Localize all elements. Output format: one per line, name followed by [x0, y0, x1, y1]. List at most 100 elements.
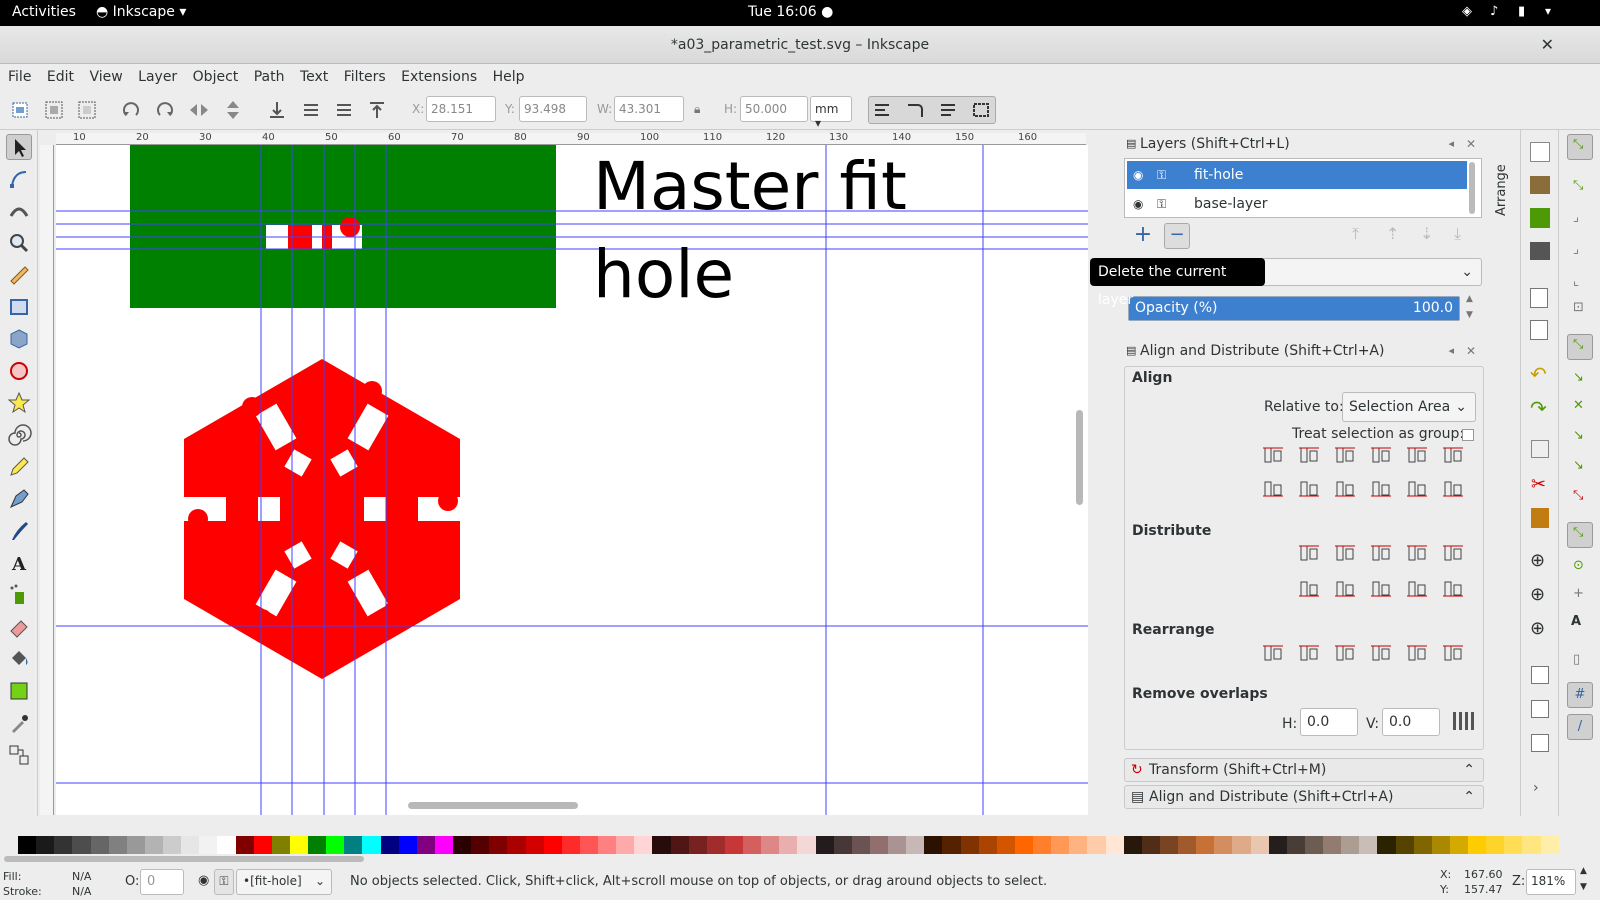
activities-button[interactable]: Activities: [12, 4, 76, 20]
color-swatch[interactable]: [761, 836, 780, 854]
color-swatch[interactable]: [869, 836, 888, 854]
color-swatch[interactable]: [833, 836, 852, 854]
snap-smooth-icon[interactable]: ↘: [1573, 428, 1584, 443]
color-swatch[interactable]: [1395, 836, 1414, 854]
snap-rotation-center-icon[interactable]: +: [1573, 586, 1584, 601]
color-swatch[interactable]: [108, 836, 127, 854]
color-swatch[interactable]: [289, 836, 308, 854]
lower-layer-icon[interactable]: ⇣: [1420, 224, 1433, 243]
distribute-button-3-2[interactable]: [1368, 576, 1394, 602]
opacity-spin-up-icon[interactable]: ▲: [1466, 294, 1473, 304]
menu-object[interactable]: Object: [193, 64, 239, 85]
color-swatch[interactable]: [978, 836, 997, 854]
menu-extensions[interactable]: Extensions: [401, 64, 477, 85]
close-window-icon[interactable]: ✕: [1541, 26, 1554, 64]
color-swatch[interactable]: [1286, 836, 1305, 854]
3d-box-tool[interactable]: [6, 326, 32, 352]
color-swatch[interactable]: [815, 836, 834, 854]
relative-to-select[interactable]: Selection Area ⌄: [1342, 392, 1476, 422]
vertical-scrollbar[interactable]: [1076, 410, 1083, 505]
color-swatch[interactable]: [271, 836, 290, 854]
snap-path-icon[interactable]: ↘: [1573, 370, 1584, 385]
color-swatch[interactable]: [561, 836, 580, 854]
color-swatch[interactable]: [888, 836, 907, 854]
overlap-v-field[interactable]: 0.0: [1382, 708, 1440, 736]
color-swatch[interactable]: [996, 836, 1015, 854]
distribute-button-2-2[interactable]: [1368, 540, 1394, 566]
snap-toggle-button[interactable]: ⤡: [1567, 134, 1593, 160]
pen-tool[interactable]: [6, 486, 32, 512]
spiral-tool[interactable]: [6, 422, 32, 448]
stroke-value[interactable]: N/A: [72, 885, 91, 898]
color-swatch[interactable]: [1504, 836, 1523, 854]
clone-icon[interactable]: [1531, 700, 1549, 718]
color-swatch[interactable]: [1178, 836, 1197, 854]
color-swatch[interactable]: [181, 836, 200, 854]
color-swatch[interactable]: [434, 836, 453, 854]
raise-icon[interactable]: [333, 99, 355, 121]
more-commands-chevron-icon[interactable]: ›: [1533, 780, 1539, 796]
export-icon[interactable]: [1530, 320, 1548, 340]
color-swatch[interactable]: [507, 836, 526, 854]
dropper-tool[interactable]: [6, 710, 32, 736]
rearrange-button-4-1[interactable]: [1296, 640, 1322, 666]
treat-as-group-checkbox[interactable]: [1462, 429, 1474, 441]
rearrange-button-4-4[interactable]: [1404, 640, 1430, 666]
snap-bbox-icon[interactable]: ⤡: [1573, 178, 1583, 193]
menu-help[interactable]: Help: [493, 64, 525, 85]
distribute-button-2-3[interactable]: [1404, 540, 1430, 566]
color-swatch[interactable]: [362, 836, 381, 854]
menu-path[interactable]: Path: [254, 64, 285, 85]
lower-icon[interactable]: [300, 99, 322, 121]
color-swatch[interactable]: [1522, 836, 1541, 854]
node-tool[interactable]: [6, 166, 32, 192]
system-menu-caret-icon[interactable]: ▾: [1545, 4, 1551, 18]
color-swatch[interactable]: [670, 836, 689, 854]
color-swatch[interactable]: [652, 836, 671, 854]
align-button-0-1[interactable]: [1296, 442, 1322, 468]
duplicate-icon[interactable]: [1531, 666, 1549, 684]
print-icon[interactable]: [1530, 242, 1550, 260]
blend-mode-select[interactable]: al ⌄: [1240, 258, 1482, 286]
color-swatch[interactable]: [1141, 836, 1160, 854]
color-swatch[interactable]: [1468, 836, 1487, 854]
menu-text[interactable]: Text: [300, 64, 328, 85]
color-swatch[interactable]: [525, 836, 544, 854]
color-swatch[interactable]: [217, 836, 236, 854]
menu-view[interactable]: View: [89, 64, 122, 85]
app-menu-button[interactable]: ◓ Inkscape ▾: [96, 4, 186, 20]
snap-bbox-center-icon[interactable]: ⊡: [1573, 300, 1584, 315]
rearrange-button-4-2[interactable]: [1332, 640, 1358, 666]
color-swatch[interactable]: [126, 836, 145, 854]
lock-ratio-icon[interactable]: 🔒︎: [694, 102, 700, 117]
color-swatch[interactable]: [18, 836, 37, 854]
layer-row-fit-hole[interactable]: ◉ ⚿ fit-hole: [1127, 161, 1467, 189]
color-swatch[interactable]: [1449, 836, 1468, 854]
zoom-selection-icon[interactable]: ⊕: [1530, 550, 1545, 571]
color-swatch[interactable]: [1214, 836, 1233, 854]
color-swatch[interactable]: [906, 836, 925, 854]
zoom-down-icon[interactable]: ▼: [1580, 882, 1587, 892]
canvas-text-line1[interactable]: Master fit: [593, 148, 907, 225]
align-button-0-0[interactable]: [1260, 442, 1286, 468]
opacity-slider[interactable]: Opacity (%) 100.0: [1128, 296, 1460, 321]
align-button-1-2[interactable]: [1332, 476, 1358, 502]
x-field[interactable]: 28.151: [426, 96, 496, 122]
color-swatch[interactable]: [326, 836, 345, 854]
color-swatch[interactable]: [797, 836, 816, 854]
eraser-tool[interactable]: [6, 614, 32, 640]
zoom-field[interactable]: 181%: [1526, 869, 1576, 895]
wifi-icon[interactable]: ◈: [1462, 4, 1472, 19]
clock[interactable]: Tue 16:06 ●: [748, 4, 833, 20]
color-palette[interactable]: [18, 836, 1559, 854]
lower-to-bottom-icon[interactable]: [266, 99, 288, 121]
color-swatch[interactable]: [724, 836, 743, 854]
color-swatch[interactable]: [1051, 836, 1070, 854]
zoom-up-icon[interactable]: ▲: [1580, 866, 1587, 876]
color-swatch[interactable]: [54, 836, 73, 854]
select-all-icon[interactable]: [9, 99, 31, 121]
vertical-ruler[interactable]: [40, 145, 54, 815]
rotate-cw-icon[interactable]: [154, 99, 176, 121]
menu-file[interactable]: File: [8, 64, 31, 85]
select-all-layers-icon[interactable]: [43, 99, 65, 121]
